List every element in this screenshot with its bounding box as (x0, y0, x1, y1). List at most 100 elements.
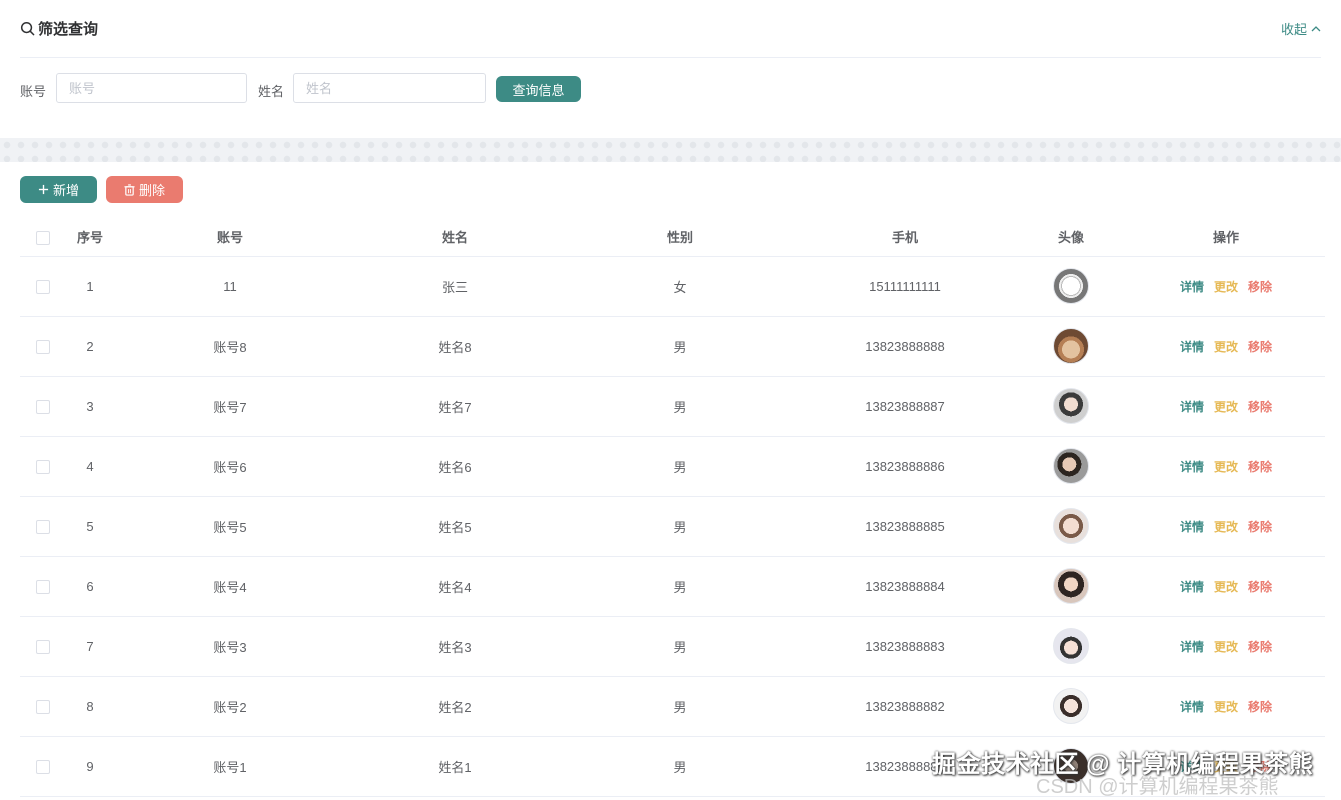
header-actions: 操作 (1127, 218, 1325, 257)
detail-link[interactable]: 详情 (1180, 638, 1204, 655)
table-row: 4 账号6 姓名6 男 13823888886 详情 更改 移除 (20, 436, 1325, 497)
cell-actions: 详情 更改 移除 (1127, 316, 1325, 377)
avatar (1053, 448, 1089, 484)
detail-link[interactable]: 详情 (1180, 278, 1204, 295)
row-select-cell (20, 496, 65, 557)
cell-account: 账号8 (115, 316, 345, 377)
row-checkbox[interactable] (35, 279, 50, 294)
row-checkbox[interactable] (35, 519, 50, 534)
name-label: 姓名 (258, 84, 285, 99)
detail-link[interactable]: 详情 (1180, 698, 1204, 715)
cell-name: 姓名4 (345, 556, 565, 617)
detail-link[interactable]: 详情 (1180, 578, 1204, 595)
data-table: 序号 账号 姓名 性别 手机 头像 操作 1 11 张三 女 151111111… (20, 218, 1325, 797)
cell-index: 4 (65, 436, 115, 497)
detail-link[interactable]: 详情 (1180, 458, 1204, 475)
detail-link[interactable]: 详情 (1180, 398, 1204, 415)
delete-button[interactable]: 删除 (106, 176, 183, 203)
collapse-button[interactable]: 收起 (1281, 19, 1321, 38)
add-button[interactable]: 新增 (20, 176, 97, 203)
detail-link[interactable]: 详情 (1180, 518, 1204, 535)
edit-link[interactable]: 更改 (1214, 638, 1238, 655)
cell-index: 5 (65, 496, 115, 557)
watermark-juejin: 掘金技术社区 @ 计算机编程果茶熊 (932, 751, 1314, 778)
detail-link[interactable]: 详情 (1180, 338, 1204, 355)
account-input[interactable] (56, 73, 247, 103)
header-index: 序号 (65, 218, 115, 257)
edit-link[interactable]: 更改 (1214, 278, 1238, 295)
table-row: 2 账号8 姓名8 男 13823888888 详情 更改 移除 (20, 316, 1325, 377)
add-label: 新增 (52, 183, 79, 198)
edit-link[interactable]: 更改 (1214, 398, 1238, 415)
cell-name: 姓名1 (345, 736, 565, 797)
search-icon (20, 21, 35, 36)
row-checkbox[interactable] (35, 399, 50, 414)
remove-link[interactable]: 移除 (1248, 578, 1272, 595)
row-select-cell (20, 616, 65, 677)
cell-index: 7 (65, 616, 115, 677)
row-select-cell (20, 376, 65, 437)
row-select-cell (20, 556, 65, 617)
cell-avatar (1015, 256, 1127, 317)
row-select-cell (20, 256, 65, 317)
cell-name: 姓名7 (345, 376, 565, 437)
cell-account: 账号4 (115, 556, 345, 617)
cell-index: 6 (65, 556, 115, 617)
remove-link[interactable]: 移除 (1248, 458, 1272, 475)
remove-link[interactable]: 移除 (1248, 638, 1272, 655)
cell-phone: 13823888885 (795, 496, 1015, 557)
row-checkbox[interactable] (35, 579, 50, 594)
row-checkbox[interactable] (35, 699, 50, 714)
edit-link[interactable]: 更改 (1214, 458, 1238, 475)
chevron-up-icon (1311, 25, 1321, 31)
row-select-cell (20, 736, 65, 797)
collapse-label: 收起 (1280, 22, 1307, 37)
cell-index: 3 (65, 376, 115, 437)
cell-name: 张三 (345, 256, 565, 317)
cell-gender: 男 (565, 676, 795, 737)
cell-actions: 详情 更改 移除 (1127, 556, 1325, 617)
remove-link[interactable]: 移除 (1248, 698, 1272, 715)
delete-label: 删除 (138, 183, 165, 198)
header-account: 账号 (115, 218, 345, 257)
filter-divider (20, 57, 1321, 58)
edit-link[interactable]: 更改 (1214, 578, 1238, 595)
row-checkbox[interactable] (35, 459, 50, 474)
edit-link[interactable]: 更改 (1214, 338, 1238, 355)
row-checkbox[interactable] (35, 759, 50, 774)
cell-avatar (1015, 616, 1127, 677)
query-button[interactable]: 查询信息 (496, 76, 581, 102)
avatar (1053, 628, 1089, 664)
table-row: 1 11 张三 女 15111111111 详情 更改 移除 (20, 256, 1325, 317)
cell-actions: 详情 更改 移除 (1127, 676, 1325, 737)
filter-title: 筛选查询 (20, 18, 98, 39)
cell-phone: 13823888884 (795, 556, 1015, 617)
remove-link[interactable]: 移除 (1248, 398, 1272, 415)
select-all-checkbox[interactable] (35, 230, 50, 245)
edit-link[interactable]: 更改 (1214, 518, 1238, 535)
edit-link[interactable]: 更改 (1214, 698, 1238, 715)
avatar (1053, 268, 1089, 304)
cell-account: 账号3 (115, 616, 345, 677)
cell-actions: 详情 更改 移除 (1127, 436, 1325, 497)
remove-link[interactable]: 移除 (1248, 278, 1272, 295)
remove-link[interactable]: 移除 (1248, 338, 1272, 355)
cell-account: 账号5 (115, 496, 345, 557)
cell-gender: 男 (565, 496, 795, 557)
cell-phone: 15111111111 (795, 256, 1015, 317)
cell-phone: 13823888883 (795, 616, 1015, 677)
cell-actions: 详情 更改 移除 (1127, 376, 1325, 437)
cell-name: 姓名2 (345, 676, 565, 737)
cell-account: 账号6 (115, 436, 345, 497)
header-gender: 性别 (565, 218, 795, 257)
cell-avatar (1015, 676, 1127, 737)
row-checkbox[interactable] (35, 639, 50, 654)
cell-avatar (1015, 496, 1127, 557)
cell-gender: 男 (565, 376, 795, 437)
cell-account: 账号1 (115, 736, 345, 797)
cell-phone: 13823888888 (795, 316, 1015, 377)
account-label: 账号 (20, 84, 47, 99)
row-checkbox[interactable] (35, 339, 50, 354)
remove-link[interactable]: 移除 (1248, 518, 1272, 535)
name-input[interactable] (293, 73, 486, 103)
